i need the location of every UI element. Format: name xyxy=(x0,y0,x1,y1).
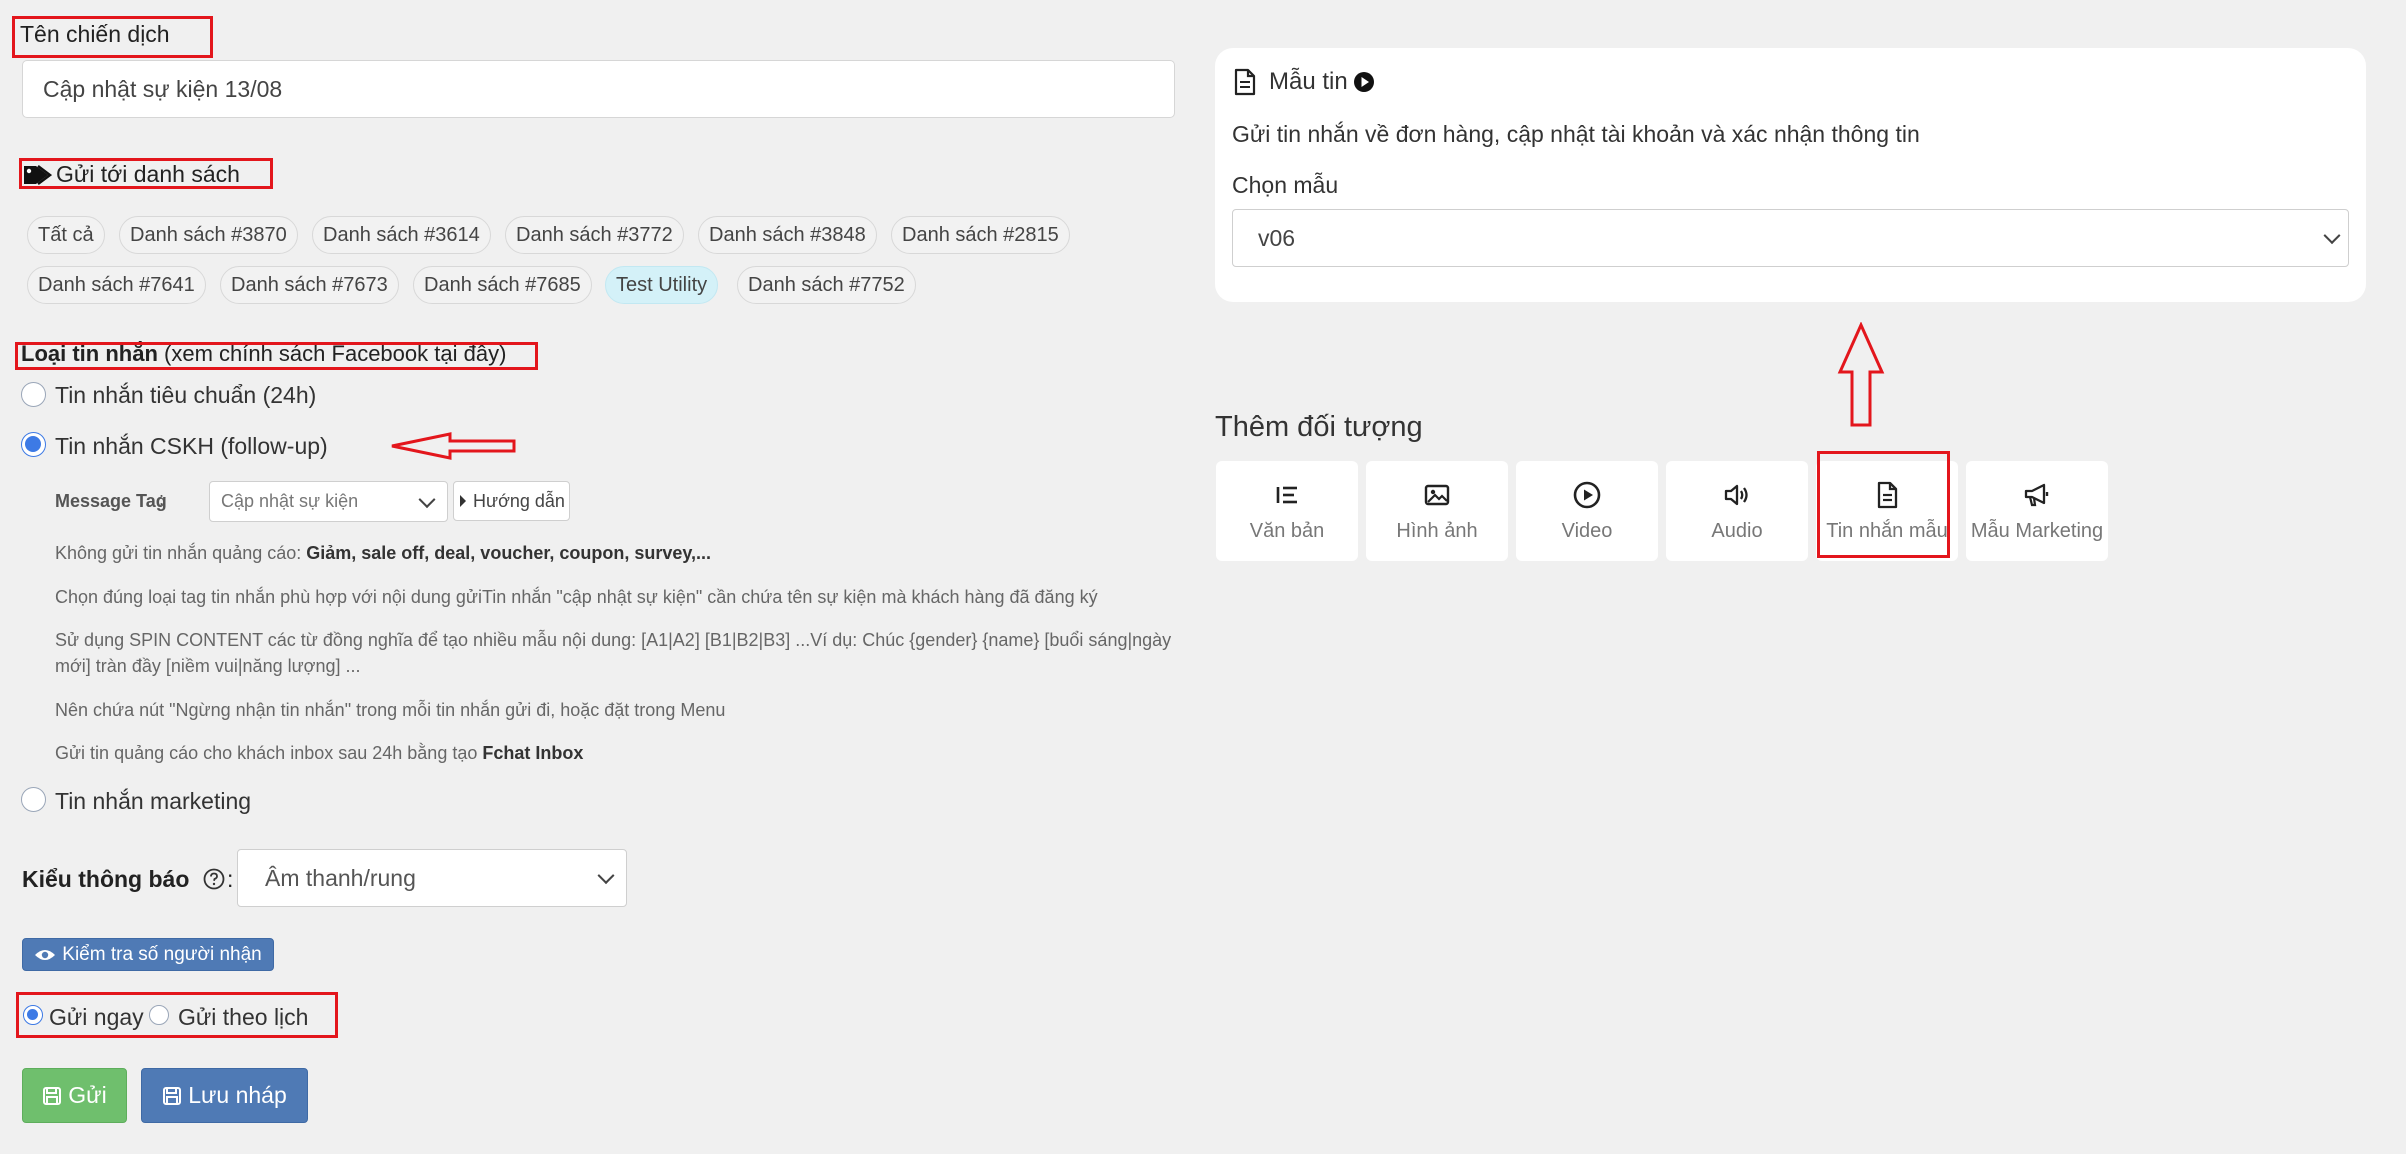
tile-audio[interactable]: Audio xyxy=(1666,461,1808,561)
choose-template-select[interactable]: v06 xyxy=(1232,209,2349,267)
list-chip-test-utility[interactable]: Test Utility xyxy=(605,266,719,304)
radio-send-scheduled-label: Gửi theo lịch xyxy=(178,1004,309,1030)
message-tag-label: Message Tag xyxy=(55,491,167,511)
list-chip-7641[interactable]: Danh sách #7641 xyxy=(27,266,206,304)
list-chip-3848[interactable]: Danh sách #3848 xyxy=(698,216,877,254)
radio-send-scheduled[interactable] xyxy=(149,1005,169,1025)
tile-template-message-label: Tin nhắn mẫu xyxy=(1826,519,1948,542)
tile-marketing-template-label: Mẫu Marketing xyxy=(1970,519,2104,542)
save-icon xyxy=(43,1086,62,1105)
note-unsubscribe: Nên chứa nút "Ngừng nhận tin nhắn" trong… xyxy=(55,700,726,720)
radio-send-now-label: Gửi ngay xyxy=(49,1004,144,1030)
notify-select[interactable]: Âm thanh/rung xyxy=(237,849,627,907)
send-button-label: Gửi xyxy=(68,1082,107,1108)
fchat-inbox-link[interactable]: Fchat Inbox xyxy=(482,743,583,763)
help-circle-icon[interactable] xyxy=(203,868,225,890)
send-to-list-label-group: Gửi tới danh sách xyxy=(22,161,240,188)
send-button[interactable]: Gửi xyxy=(22,1068,127,1123)
campaign-name-label: Tên chiến dịch xyxy=(20,21,170,47)
annotation-arrow-up-icon xyxy=(1837,322,1885,427)
message-type-label-bold: Loại tin nhắn xyxy=(21,341,158,366)
template-card-title: Mẫu tin xyxy=(1269,68,1348,95)
radio-send-now[interactable] xyxy=(23,1005,43,1025)
template-card: Mẫu tin Gửi tin nhắn về đơn hàng, cập nh… xyxy=(1215,48,2366,302)
list-chip-3614[interactable]: Danh sách #3614 xyxy=(312,216,491,254)
list-chip-7752[interactable]: Danh sách #7752 xyxy=(737,266,916,304)
tile-text-label: Văn bản xyxy=(1249,519,1325,542)
template-card-header: Mẫu tin xyxy=(1233,68,1375,96)
choose-template-label: Chọn mẫu xyxy=(1232,172,1339,198)
tile-text[interactable]: Văn bản xyxy=(1216,461,1358,561)
tile-audio-label: Audio xyxy=(1711,519,1763,542)
list-chip-7685[interactable]: Danh sách #7685 xyxy=(413,266,592,304)
save-icon xyxy=(163,1086,182,1105)
list-chip-2815[interactable]: Danh sách #2815 xyxy=(891,216,1070,254)
chevron-down-icon xyxy=(418,490,436,508)
notify-value: Âm thanh/rung xyxy=(265,864,416,891)
annotation-arrow-left-icon xyxy=(391,432,516,460)
campaign-name-input[interactable]: Cập nhật sự kiện 13/08 xyxy=(22,60,1175,118)
volume-icon xyxy=(1724,484,1748,505)
send-to-list-label: Gửi tới danh sách xyxy=(56,161,240,187)
check-recipients-button[interactable]: Kiểm tra số người nhận xyxy=(22,938,274,971)
note-choose-tag: Chọn đúng loại tag tin nhắn phù hợp với … xyxy=(55,587,1098,607)
tile-video-label: Video xyxy=(1561,519,1613,542)
facebook-policy-link[interactable]: (xem chính sách Facebook tại đây) xyxy=(158,341,506,366)
chevron-down-icon xyxy=(2323,227,2341,245)
message-type-label: Loại tin nhắn (xem chính sách Facebook t… xyxy=(21,341,506,367)
radio-standard-label: Tin nhắn tiêu chuẩn (24h) xyxy=(55,382,317,408)
note-no-ads: Không gửi tin nhắn quảng cáo: Giảm, sale… xyxy=(55,543,712,563)
document-icon xyxy=(1234,68,1256,96)
list-chip-3870[interactable]: Danh sách #3870 xyxy=(119,216,298,254)
message-tag-value: Cập nhật sự kiện xyxy=(221,491,359,511)
image-icon xyxy=(1424,484,1450,505)
radio-marketing[interactable] xyxy=(21,787,46,812)
guide-button-label: Hướng dẫn xyxy=(473,490,565,511)
chevron-down-icon xyxy=(597,867,615,885)
template-card-description: Gửi tin nhắn về đơn hàng, cập nhật tài k… xyxy=(1232,121,1920,147)
play-circle-icon[interactable] xyxy=(1353,71,1375,93)
text-list-icon xyxy=(1276,486,1297,503)
tile-image-label: Hình ảnh xyxy=(1396,519,1478,542)
list-chip-all[interactable]: Tất cả xyxy=(27,216,105,254)
tile-marketing-template[interactable]: Mẫu Marketing xyxy=(1966,461,2108,561)
tile-template-message[interactable]: Tin nhắn mẫu xyxy=(1816,461,1958,561)
tile-video[interactable]: Video xyxy=(1516,461,1658,561)
radio-cskh-label: Tin nhắn CSKH (follow-up) xyxy=(55,433,328,459)
add-object-title: Thêm đối tượng xyxy=(1215,411,1423,443)
megaphone-icon xyxy=(2024,483,2049,506)
note-fchat-inbox: Gửi tin quảng cáo cho khách inbox sau 24… xyxy=(55,743,584,763)
caret-right-icon xyxy=(460,495,467,507)
tile-image[interactable]: Hình ảnh xyxy=(1366,461,1508,561)
check-recipients-label: Kiểm tra số người nhận xyxy=(62,943,262,965)
notify-label: Kiểu thông báo xyxy=(22,866,190,892)
radio-marketing-label: Tin nhắn marketing xyxy=(55,788,252,814)
radio-standard[interactable] xyxy=(21,382,46,407)
save-draft-label: Lưu nháp xyxy=(188,1082,287,1108)
message-tag-select[interactable]: Cập nhật sự kiện xyxy=(209,481,448,522)
tag-icon xyxy=(24,164,52,185)
play-circle-icon xyxy=(1573,481,1601,508)
note-spin-content: Sử dụng SPIN CONTENT các từ đồng nghĩa đ… xyxy=(55,630,1172,676)
choose-template-value: v06 xyxy=(1258,224,1296,251)
guide-button[interactable]: Hướng dẫn xyxy=(453,481,570,521)
eye-icon xyxy=(35,949,56,960)
list-chip-3772[interactable]: Danh sách #3772 xyxy=(505,216,684,254)
list-chip-7673[interactable]: Danh sách #7673 xyxy=(220,266,399,304)
save-draft-button[interactable]: Lưu nháp xyxy=(141,1068,308,1123)
document-icon xyxy=(1877,481,1898,508)
radio-cskh[interactable] xyxy=(21,432,46,457)
